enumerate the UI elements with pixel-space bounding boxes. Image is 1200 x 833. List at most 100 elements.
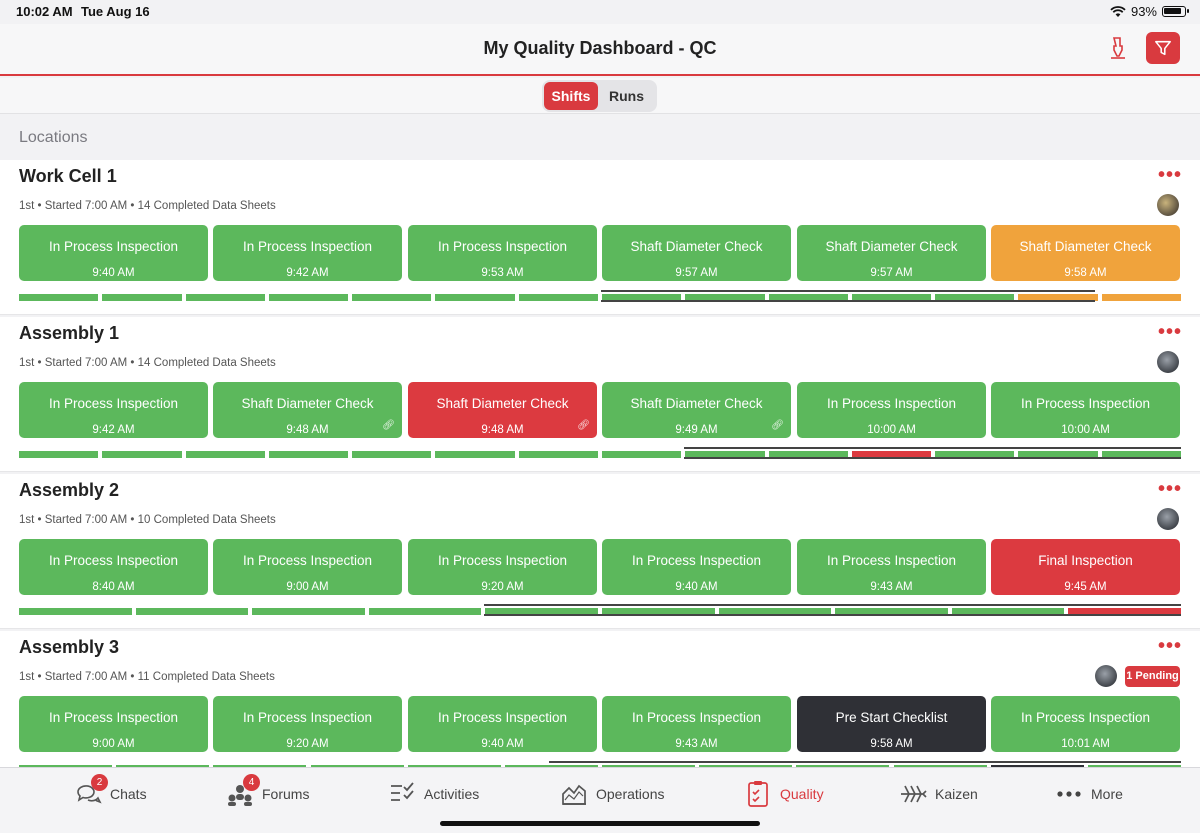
shifts-runs-toggle: Shifts Runs: [542, 80, 657, 112]
status-right: 93%: [1110, 4, 1189, 19]
more-options-button[interactable]: •••: [1158, 635, 1182, 658]
card-title: In Process Inspection: [631, 553, 762, 568]
battery-icon: [1162, 6, 1189, 17]
filter-button[interactable]: [1146, 32, 1180, 64]
avatar[interactable]: [1095, 665, 1117, 687]
tab-runs[interactable]: Runs: [598, 82, 655, 110]
timeline-segment: [185, 294, 265, 301]
data-sheet-card[interactable]: In Process Inspection 9:40 AM: [602, 539, 791, 595]
data-sheet-card[interactable]: In Process Inspection 9:42 AM: [19, 382, 208, 438]
timeline-segment: [368, 608, 482, 615]
tab-kaizen[interactable]: Kaizen: [899, 780, 978, 808]
completion-timeline: [19, 290, 1181, 304]
card-title: In Process Inspection: [1020, 396, 1151, 411]
card-title: In Process Inspection: [826, 396, 957, 411]
data-sheet-card[interactable]: In Process Inspection 9:20 AM: [408, 539, 597, 595]
data-sheet-card[interactable]: Shaft Diameter Check 9:58 AM: [991, 225, 1180, 281]
location-section: Work Cell 1 1st • Started 7:00 AM • 14 Co…: [0, 160, 1200, 315]
tab-quality[interactable]: Quality: [744, 780, 824, 808]
more-options-button[interactable]: •••: [1158, 164, 1182, 187]
data-sheet-card[interactable]: Shaft Diameter Check 9:57 AM: [797, 225, 986, 281]
tab-activities[interactable]: Activities: [388, 780, 479, 808]
data-sheet-card[interactable]: In Process Inspection 9:40 AM: [19, 225, 208, 281]
tab-more[interactable]: More: [1055, 780, 1123, 808]
status-date: Tue Aug 16: [81, 4, 150, 19]
card-time: 9:58 AM: [1064, 267, 1107, 279]
card-time: 9:53 AM: [481, 267, 524, 279]
card-title: In Process Inspection: [437, 553, 568, 568]
card-time: 10:00 AM: [867, 424, 916, 436]
data-sheet-cards: In Process Inspection 9:42 AM Shaft Diamet…: [19, 382, 1181, 438]
card-title: In Process Inspection: [826, 553, 957, 568]
tab-chats[interactable]: 2 Chats: [74, 774, 147, 808]
data-sheet-card[interactable]: In Process Inspection 9:43 AM: [797, 539, 986, 595]
data-sheet-card[interactable]: In Process Inspection 9:20 AM: [213, 696, 402, 752]
data-sheet-card[interactable]: Pre Start Checklist 9:58 AM: [797, 696, 986, 752]
card-time: 9:57 AM: [870, 267, 913, 279]
timeline-segment: [1101, 294, 1181, 301]
data-sheet-card[interactable]: In Process Inspection 9:43 AM: [602, 696, 791, 752]
signature-pen-icon[interactable]: [1108, 36, 1128, 60]
card-title: In Process Inspection: [437, 710, 568, 725]
card-title: In Process Inspection: [437, 239, 568, 254]
link-icon: 🔗︎: [771, 420, 784, 431]
tab-operations[interactable]: Operations: [560, 780, 664, 808]
tab-forums[interactable]: 4 Forums: [226, 774, 309, 808]
data-sheet-card[interactable]: In Process Inspection 10:00 AM: [797, 382, 986, 438]
card-title: Shaft Diameter Check: [241, 396, 374, 411]
data-sheet-card[interactable]: In Process Inspection 10:01 AM: [991, 696, 1180, 752]
card-title: Shaft Diameter Check: [630, 396, 763, 411]
nav-header: My Quality Dashboard - QC: [0, 24, 1200, 76]
card-time: 9:45 AM: [1064, 581, 1107, 593]
data-sheet-card[interactable]: Final Inspection 9:45 AM: [991, 539, 1180, 595]
page-title: My Quality Dashboard - QC: [483, 38, 717, 58]
location-meta: 1st • Started 7:00 AM • 11 Completed Dat…: [19, 671, 275, 683]
timeline-segment: [352, 294, 432, 301]
timeline-segment: [268, 451, 349, 458]
card-title: In Process Inspection: [242, 239, 373, 254]
tab-shifts[interactable]: Shifts: [544, 82, 598, 110]
completion-timeline: [19, 604, 1181, 618]
data-sheet-card[interactable]: In Process Inspection 9:00 AM: [213, 539, 402, 595]
pending-badge[interactable]: 1 Pending: [1125, 666, 1180, 687]
card-title: In Process Inspection: [48, 553, 179, 568]
data-sheet-card[interactable]: In Process Inspection 9:00 AM: [19, 696, 208, 752]
more-dots-icon: [1055, 780, 1083, 808]
tab-label: Kaizen: [935, 786, 978, 802]
card-time: 9:00 AM: [286, 581, 329, 593]
segment-bar: Shifts Runs: [0, 78, 1200, 114]
forums-badge: 4: [243, 774, 260, 791]
card-time: 10:01 AM: [1061, 738, 1110, 750]
data-sheet-card[interactable]: In Process Inspection 10:00 AM: [991, 382, 1180, 438]
more-options-button[interactable]: •••: [1158, 321, 1182, 344]
timeline-segment: [19, 294, 99, 301]
data-sheet-card[interactable]: Shaft Diameter Check 9:49 AM 🔗︎: [602, 382, 791, 438]
card-title: Final Inspection: [1038, 553, 1133, 568]
timeline-segment: [19, 451, 99, 458]
more-options-button[interactable]: •••: [1158, 478, 1182, 501]
data-sheet-card[interactable]: In Process Inspection 9:40 AM: [408, 696, 597, 752]
card-title: In Process Inspection: [48, 396, 179, 411]
wifi-icon: [1110, 5, 1126, 17]
data-sheet-card[interactable]: In Process Inspection 9:53 AM: [408, 225, 597, 281]
data-sheet-card[interactable]: Shaft Diameter Check 9:48 AM 🔗︎: [213, 382, 402, 438]
card-time: 9:40 AM: [481, 738, 524, 750]
avatar[interactable]: [1157, 351, 1179, 373]
status-time: 10:02 AM: [16, 4, 73, 19]
location-name: Assembly 1: [19, 323, 120, 343]
timeline-segment: [102, 451, 182, 458]
data-sheet-card[interactable]: Shaft Diameter Check 9:57 AM: [602, 225, 791, 281]
visible-range-bracket: [684, 447, 1181, 459]
card-time: 9:20 AM: [286, 738, 329, 750]
data-sheet-card[interactable]: In Process Inspection 9:42 AM: [213, 225, 402, 281]
fishbone-icon: [899, 780, 927, 808]
timeline-segment: [435, 294, 515, 301]
data-sheet-card[interactable]: Shaft Diameter Check 9:48 AM 🔗︎: [408, 382, 597, 438]
link-icon: 🔗︎: [577, 420, 590, 431]
card-time: 10:00 AM: [1061, 424, 1110, 436]
data-sheet-card[interactable]: In Process Inspection 8:40 AM: [19, 539, 208, 595]
card-title: In Process Inspection: [242, 710, 373, 725]
avatar[interactable]: [1157, 508, 1179, 530]
avatar[interactable]: [1157, 194, 1179, 216]
card-title: Pre Start Checklist: [835, 710, 948, 725]
